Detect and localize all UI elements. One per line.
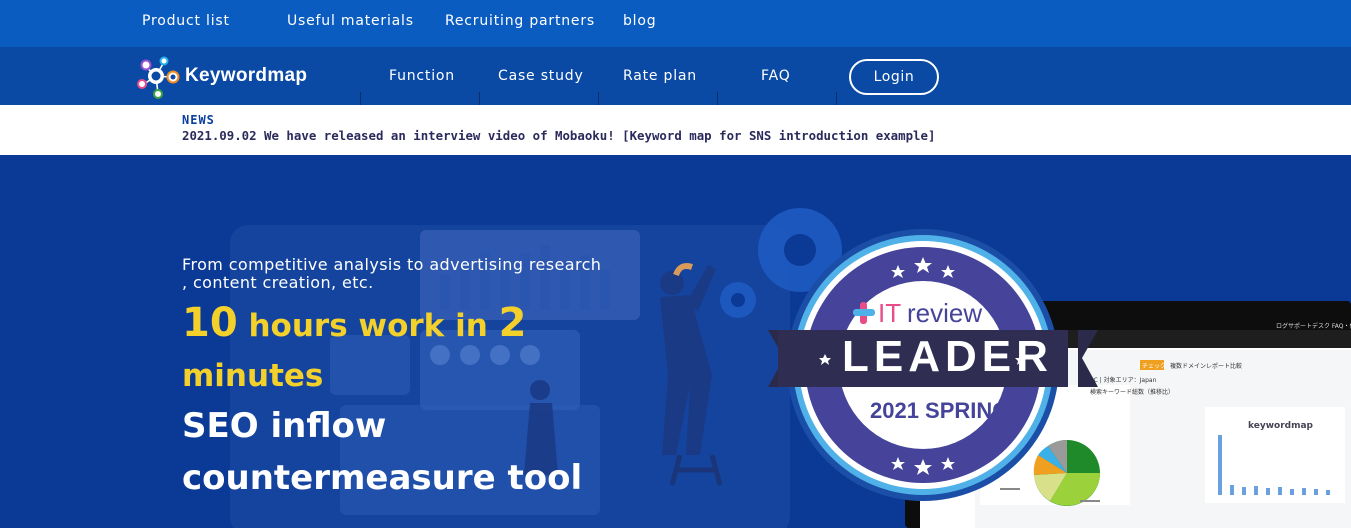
screenshot-check-button: チェック <box>1142 363 1167 370</box>
screenshot-compare-label: 複数ドメインレポート比較 <box>1170 363 1243 370</box>
badge-brand-review: review <box>907 298 983 328</box>
hero-headline-minutes: minutes <box>182 358 324 394</box>
nav-faq[interactable]: FAQ <box>761 68 791 84</box>
badge-season: 2021 SPRING <box>870 398 1010 423</box>
news-label: NEWS <box>182 113 215 127</box>
hero-headline-line4: countermeasure tool <box>182 458 583 498</box>
nav-case-study[interactable]: Case study <box>498 68 584 84</box>
hero-headline-phrase: hours work in <box>237 308 499 344</box>
hero-subtitle-line1: From competitive analysis to advertising… <box>182 255 602 274</box>
hero-headline-number: 10 <box>182 300 238 346</box>
nav-function[interactable]: Function <box>389 68 455 84</box>
login-button[interactable]: Login <box>849 59 939 95</box>
news-link[interactable]: 2021.09.02 We have released an interview… <box>182 128 935 143</box>
top-link-product-list[interactable]: Product list <box>142 13 230 29</box>
screenshot-logo-text: keywordmap <box>1248 421 1313 431</box>
nav-rate-plan[interactable]: Rate plan <box>623 68 697 84</box>
hero-headline-highlight: 10 hours work in 2 <box>182 300 526 346</box>
hero-subtitle-line2: , content creation, etc. <box>182 273 374 292</box>
hero-headline-number: 2 <box>498 300 527 346</box>
top-link-blog[interactable]: blog <box>623 13 656 29</box>
top-link-recruiting-partners[interactable]: Recruiting partners <box>445 13 595 29</box>
hero-headline-line3: SEO inflow <box>182 406 387 446</box>
badge-brand-it: IT <box>878 298 902 328</box>
logo-text[interactable]: Keywordmap <box>185 65 307 87</box>
badge-title: LEADER <box>842 332 1053 381</box>
screenshot-top-links: ログサポートデスク FAQ・使い方 <box>1276 323 1351 330</box>
top-link-useful-materials[interactable]: Useful materials <box>287 13 414 29</box>
